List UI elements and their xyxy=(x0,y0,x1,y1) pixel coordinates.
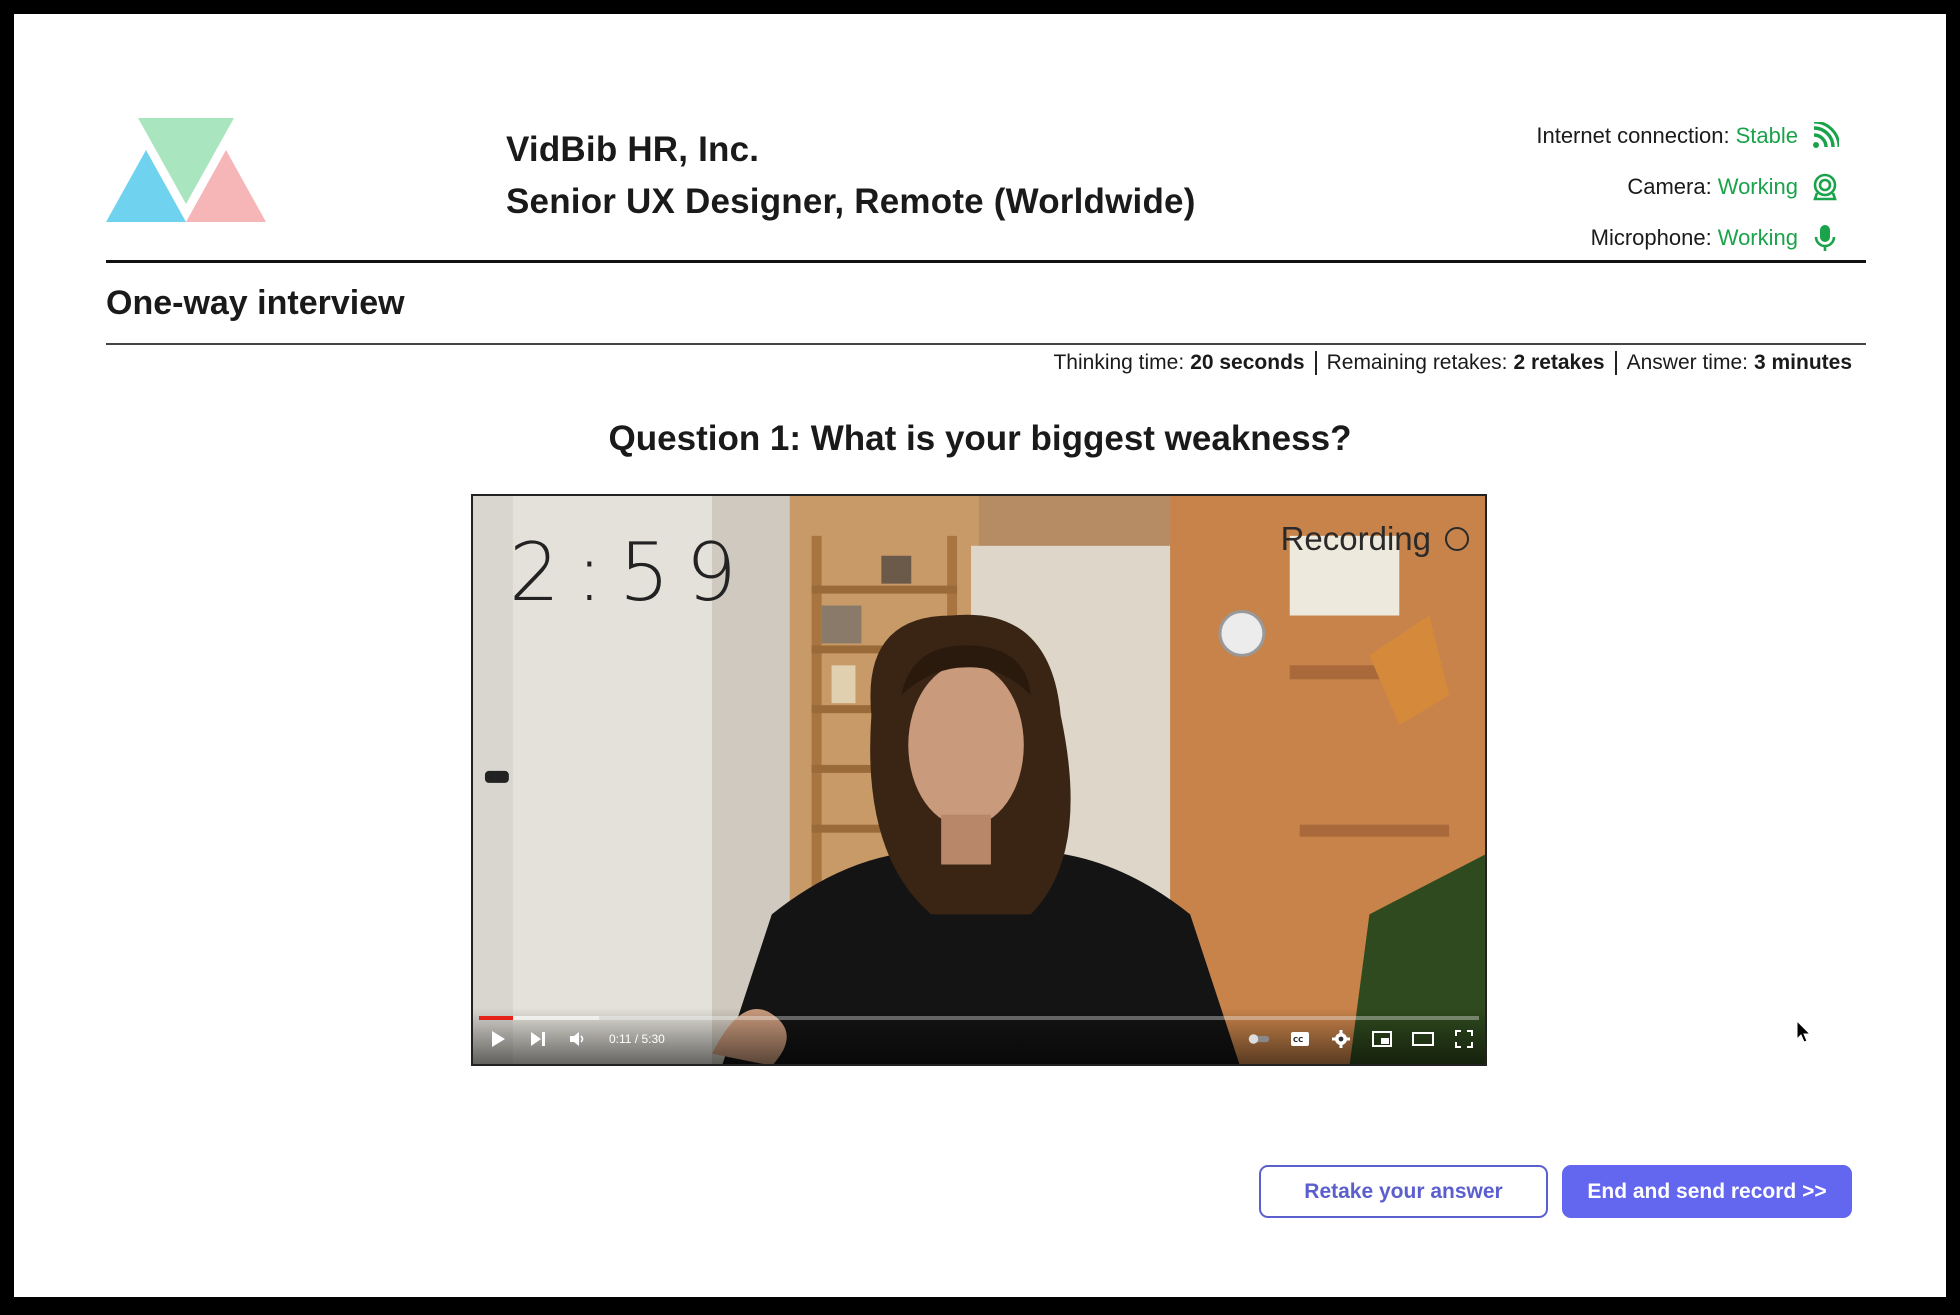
captions-icon[interactable]: CC xyxy=(1289,1028,1311,1050)
recording-indicator: Recording xyxy=(1281,520,1469,558)
company-name: VidBib HR, Inc. xyxy=(506,130,760,169)
recording-label: Recording xyxy=(1280,520,1431,557)
position-title: Senior UX Designer, Remote (Worldwide) xyxy=(506,182,1196,221)
end-and-send-button[interactable]: End and send record >> xyxy=(1562,1165,1852,1218)
fullscreen-icon[interactable] xyxy=(1453,1028,1475,1050)
cursor-icon xyxy=(1796,1020,1812,1043)
camera-status: Camera: Working xyxy=(1320,161,1840,212)
interview-meta: Thinking time: 20 seconds Remaining reta… xyxy=(1053,348,1852,378)
thinking-value: 20 seconds xyxy=(1190,351,1305,374)
webcam-icon xyxy=(1810,172,1840,202)
video-player[interactable]: 2:59 Recording 0:11 / 5:30 CC xyxy=(471,494,1487,1066)
job-header: VidBib HR, Inc. Senior UX Designer, Remo… xyxy=(506,124,1196,228)
theater-icon[interactable] xyxy=(1412,1028,1434,1050)
section-title: One-way interview xyxy=(106,284,405,322)
miniplayer-icon[interactable] xyxy=(1371,1028,1393,1050)
retakes-value: 2 retakes xyxy=(1513,351,1605,374)
play-icon[interactable] xyxy=(487,1028,509,1050)
microphone-icon xyxy=(1810,223,1840,253)
next-icon[interactable] xyxy=(527,1028,549,1050)
svg-text:CC: CC xyxy=(1293,1036,1303,1044)
answer-label: Answer time: xyxy=(1626,351,1748,374)
camera-value: Working xyxy=(1717,173,1798,199)
internet-label: Internet connection: xyxy=(1536,122,1730,148)
question-text: Question 1: What is your biggest weaknes… xyxy=(608,419,1352,458)
volume-icon[interactable] xyxy=(567,1028,589,1050)
company-logo xyxy=(106,118,266,222)
played-bar xyxy=(479,1016,513,1020)
internet-status: Internet connection: Stable xyxy=(1320,110,1840,161)
meta-separator xyxy=(1314,351,1317,375)
page: VidBib HR, Inc. Senior UX Designer, Remo… xyxy=(14,14,1946,1297)
microphone-status: Microphone: Working xyxy=(1320,212,1840,263)
countdown-timer: 2:59 xyxy=(509,526,753,619)
microphone-value: Working xyxy=(1717,224,1798,250)
thinking-label: Thinking time: xyxy=(1053,351,1185,374)
device-status: Internet connection: Stable Camera: Work… xyxy=(1320,110,1840,263)
camera-label: Camera: xyxy=(1627,173,1712,199)
video-progress-bar[interactable] xyxy=(479,1016,1479,1020)
meta-separator xyxy=(1614,351,1617,375)
retakes-label: Remaining retakes: xyxy=(1326,351,1508,374)
video-controls: 0:11 / 5:30 CC xyxy=(473,1008,1485,1064)
retake-answer-button[interactable]: Retake your answer xyxy=(1259,1165,1548,1218)
wifi-icon xyxy=(1810,121,1840,151)
video-timecode: 0:11 / 5:30 xyxy=(609,1032,665,1046)
autoplay-toggle-icon[interactable] xyxy=(1248,1028,1270,1050)
recording-dot-icon xyxy=(1445,527,1469,551)
answer-value: 3 minutes xyxy=(1753,351,1852,374)
settings-icon[interactable] xyxy=(1330,1028,1352,1050)
section-divider xyxy=(106,343,1866,345)
header-divider xyxy=(106,260,1866,263)
internet-value: Stable xyxy=(1735,122,1798,148)
microphone-label: Microphone: xyxy=(1590,224,1712,250)
